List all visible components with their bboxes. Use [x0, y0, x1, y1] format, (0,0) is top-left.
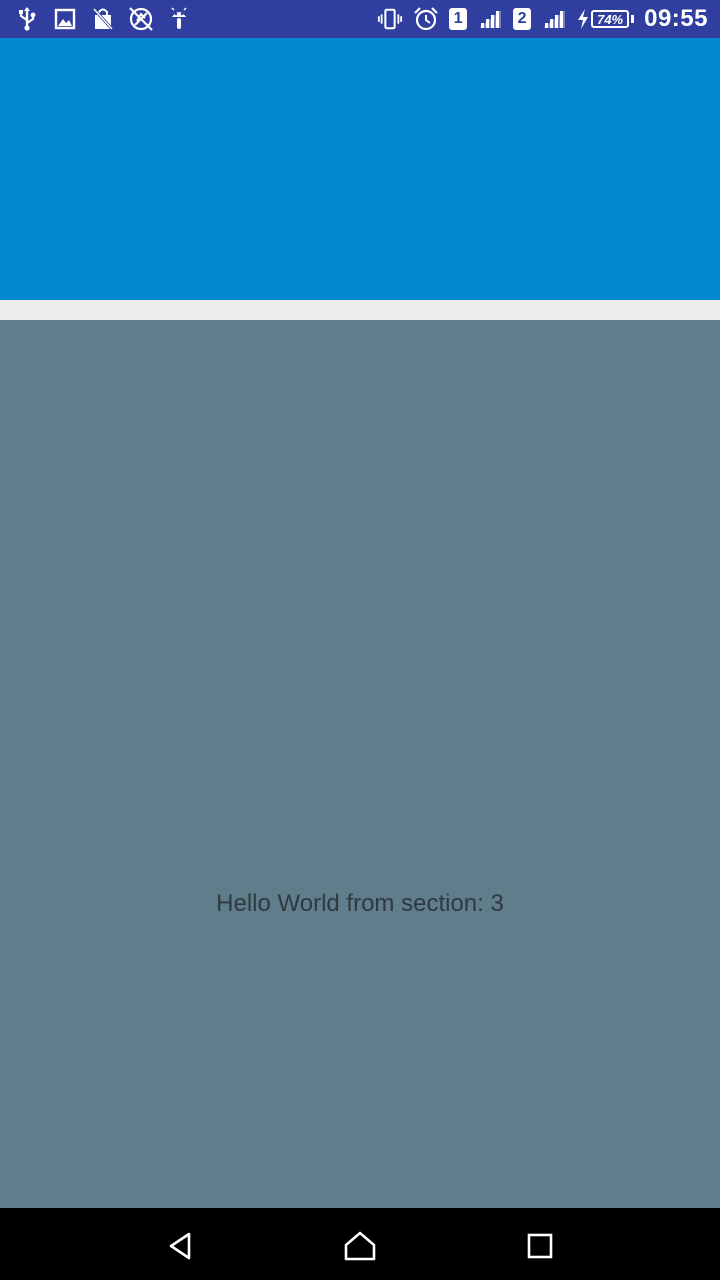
shopping-bag-off-icon [90, 6, 116, 32]
android-icon [166, 6, 192, 32]
home-icon [344, 1231, 376, 1261]
battery-level: 74% [591, 10, 630, 28]
usb-icon [14, 6, 40, 32]
sim2-badge: 2 [513, 8, 532, 30]
alarm-icon [413, 6, 439, 32]
back-button[interactable] [160, 1226, 200, 1266]
home-button[interactable] [340, 1226, 380, 1266]
battery-indicator: 74% [577, 6, 635, 32]
section-content: Hello World from section: 3 [0, 320, 720, 1208]
system-status-icons: 1 2 74% 09:55 [377, 0, 708, 38]
section-label: Hello World from section: 3 [216, 890, 504, 917]
back-icon [169, 1232, 191, 1260]
vibrate-icon [377, 6, 403, 32]
clock: 09:55 [644, 5, 708, 32]
navigation-bar [0, 1208, 720, 1280]
sim1-badge: 1 [449, 8, 468, 30]
app-header [0, 38, 720, 300]
battery-cap [631, 15, 635, 23]
charging-bolt-icon [577, 6, 589, 32]
image-icon [52, 6, 78, 32]
status-bar: 1 2 74% 09:55 [0, 0, 720, 38]
recents-button[interactable] [520, 1226, 560, 1266]
recents-icon [527, 1233, 553, 1259]
no-location-icon [128, 6, 154, 32]
signal-strength-icon [477, 6, 503, 32]
notification-icons [14, 0, 192, 38]
signal-strength-icon [541, 6, 567, 32]
header-divider [0, 300, 720, 320]
